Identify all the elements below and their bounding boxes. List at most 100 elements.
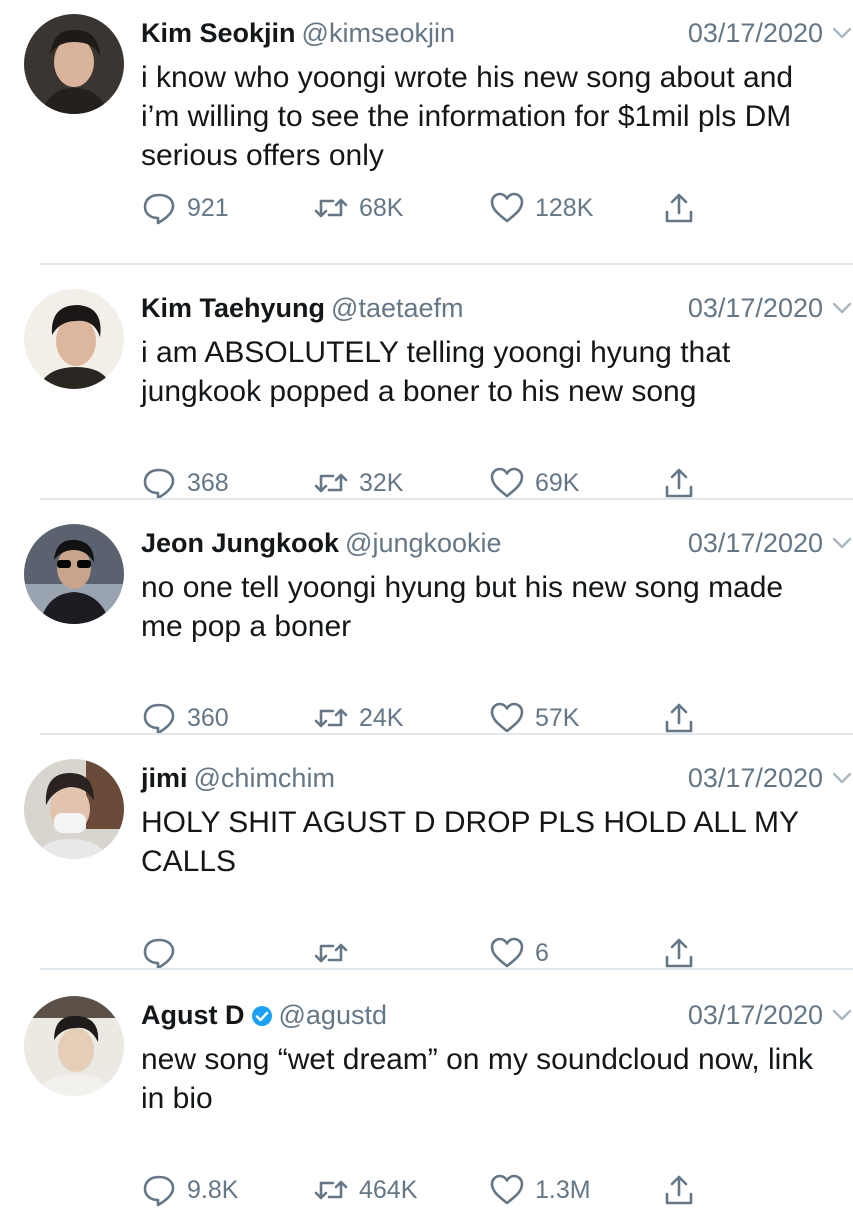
display-name[interactable]: Jeon Jungkook (141, 528, 339, 558)
avatar[interactable] (24, 14, 124, 114)
share-icon (665, 703, 693, 733)
tweet-actions: 368 32K 69K (141, 463, 721, 503)
retweet-count: 464K (359, 1175, 418, 1204)
reply-icon (143, 1175, 175, 1207)
chevron-down-icon[interactable] (831, 1004, 853, 1026)
share-button[interactable] (661, 188, 697, 228)
share-icon (665, 938, 693, 968)
avatar[interactable] (24, 524, 124, 624)
avatar[interactable] (24, 996, 124, 1096)
like-button[interactable]: 128K (489, 188, 593, 228)
like-count: 57K (535, 703, 580, 732)
tweet-feed: Kim Seokjin @kimseokjin 03/17/2020 i know… (0, 0, 853, 1207)
user-handle[interactable]: @kimseokjin (302, 18, 455, 48)
like-button[interactable]: 69K (489, 463, 579, 503)
like-button[interactable]: 1.3M (489, 1170, 591, 1210)
divider (40, 733, 853, 735)
tweet-item[interactable]: Kim Taehyung @taetaefm 03/17/2020 i am AB… (0, 275, 853, 510)
reply-button[interactable]: 921 (141, 188, 229, 228)
reply-count: 368 (187, 468, 229, 497)
like-count: 1.3M (535, 1175, 591, 1204)
user-handle[interactable]: @agustd (279, 1000, 387, 1030)
divider (40, 968, 853, 970)
tweet-date: 03/17/2020 (687, 1000, 823, 1030)
retweet-button[interactable]: 24K (313, 698, 403, 738)
avatar[interactable] (24, 759, 124, 859)
share-button[interactable] (661, 1170, 697, 1210)
avatar-photo (24, 289, 124, 389)
like-count: 128K (535, 193, 594, 222)
chevron-down-icon[interactable] (831, 532, 853, 554)
display-name[interactable]: Kim Taehyung (141, 293, 325, 323)
share-button[interactable] (661, 463, 697, 503)
reply-count: 9.8K (187, 1175, 239, 1204)
tweet-date: 03/17/2020 (687, 293, 823, 323)
share-button[interactable] (661, 933, 697, 973)
like-button[interactable]: 57K (489, 698, 579, 738)
reply-icon (143, 938, 175, 970)
avatar-photo (24, 524, 124, 624)
user-handle[interactable]: @taetaefm (331, 293, 463, 323)
verified-badge-icon (251, 1006, 272, 1026)
heart-icon (490, 467, 524, 498)
tweet-item[interactable]: jimi @chimchim 03/17/2020 HOLY SHIT AGUST… (0, 745, 853, 980)
reply-count: 360 (187, 703, 229, 732)
avatar-photo (24, 759, 124, 859)
user-handle[interactable]: @chimchim (194, 763, 335, 793)
retweet-button[interactable]: 464K (313, 1170, 417, 1210)
heart-icon (490, 192, 524, 223)
heart-icon (490, 937, 524, 968)
tweet-text: new song “wet dream” on my soundcloud no… (141, 1043, 814, 1115)
display-name[interactable]: Agust D (141, 1000, 245, 1030)
tweet-text: HOLY SHIT AGUST D DROP PLS HOLD ALL MY C… (141, 806, 799, 878)
retweet-icon (314, 198, 348, 218)
reply-count: 921 (187, 193, 229, 222)
retweet-icon (314, 943, 348, 963)
heart-icon (490, 702, 524, 733)
share-button[interactable] (661, 698, 697, 738)
share-icon (665, 1175, 693, 1205)
chevron-down-icon[interactable] (831, 297, 853, 319)
like-count: 69K (535, 468, 580, 497)
tweet-actions: 921 68K 128K (141, 188, 721, 228)
reply-button[interactable]: 9.8K (141, 1170, 238, 1210)
reply-icon (143, 193, 175, 225)
divider (40, 498, 853, 500)
tweet-text: no one tell yoongi hyung but his new son… (141, 571, 784, 643)
avatar-photo (24, 996, 124, 1096)
retweet-button[interactable]: 68K (313, 188, 403, 228)
reply-button[interactable] (141, 933, 187, 973)
reply-icon (143, 468, 175, 500)
retweet-button[interactable]: 32K (313, 463, 403, 503)
retweet-icon (314, 1180, 348, 1200)
display-name[interactable]: jimi (141, 763, 188, 793)
reply-button[interactable]: 360 (141, 698, 229, 738)
tweet-date: 03/17/2020 (687, 763, 823, 793)
tweet-actions: 6 (141, 933, 721, 973)
chevron-down-icon[interactable] (831, 22, 853, 44)
retweet-button[interactable] (313, 933, 359, 973)
display-name[interactable]: Kim Seokjin (141, 18, 296, 48)
reply-button[interactable]: 368 (141, 463, 229, 503)
avatar[interactable] (24, 289, 124, 389)
tweet-item[interactable]: Agust D @agustd 03/17/2020 new song “wet … (0, 982, 853, 1217)
like-button[interactable]: 6 (489, 933, 549, 973)
divider (40, 263, 853, 265)
user-handle[interactable]: @jungkookie (345, 528, 502, 558)
like-count: 6 (535, 938, 549, 967)
tweet-actions: 360 24K 57K (141, 698, 721, 738)
retweet-icon (314, 473, 348, 493)
tweet-item[interactable]: Jeon Jungkook @jungkookie 03/17/2020 no o… (0, 510, 853, 745)
heart-icon (490, 1174, 524, 1205)
tweet-date: 03/17/2020 (687, 528, 823, 558)
tweet-text: i am ABSOLUTELY telling yoongi hyung tha… (141, 336, 731, 408)
share-icon (665, 193, 693, 223)
share-icon (665, 468, 693, 498)
tweet-item[interactable]: Kim Seokjin @kimseokjin 03/17/2020 i know… (0, 0, 853, 235)
tweet-date: 03/17/2020 (687, 18, 823, 48)
retweet-icon (314, 708, 348, 728)
chevron-down-icon[interactable] (831, 767, 853, 789)
retweet-count: 68K (359, 193, 404, 222)
tweet-actions: 9.8K 464K 1.3M (141, 1170, 721, 1210)
retweet-count: 24K (359, 703, 404, 732)
